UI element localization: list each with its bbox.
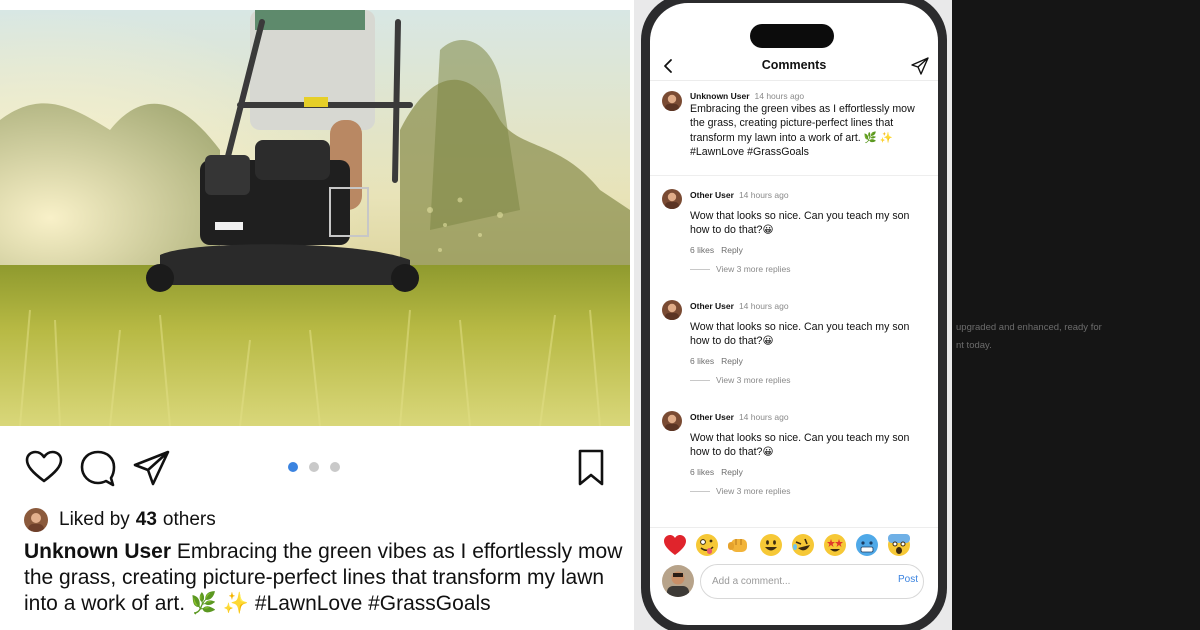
comment-meta: Unknown User 14 hours ago — [690, 91, 804, 101]
comment-text: Embracing the green vibes as I effortles… — [690, 103, 915, 159]
comment-time: 14 hours ago — [738, 412, 789, 422]
cold-face-emoji[interactable] — [854, 532, 880, 558]
faint-text-line: upgraded and enhanced, ready for — [956, 322, 1102, 333]
divider — [690, 268, 710, 270]
divider — [650, 175, 938, 176]
view-replies-label: View 3 more replies — [716, 375, 791, 385]
comment-actions: 6 likes Reply — [690, 467, 750, 477]
dynamic-island — [750, 24, 834, 48]
divider — [690, 490, 710, 492]
paper-plane-icon[interactable] — [910, 56, 930, 76]
comment-text: Wow that looks so nice. Can you teach my… — [690, 210, 910, 237]
comment-likes[interactable]: 6 likes — [690, 245, 714, 255]
smiley-emoji[interactable] — [758, 532, 784, 558]
carousel-dot[interactable] — [288, 462, 298, 472]
fist-emoji[interactable] — [726, 532, 752, 558]
carousel-dot[interactable] — [330, 462, 340, 472]
comment-username[interactable]: Other User — [690, 412, 734, 422]
speech-bubble-icon[interactable] — [78, 448, 118, 488]
comments-header: Comments — [650, 51, 938, 81]
emoji-reaction-bar — [650, 527, 938, 559]
avatar[interactable] — [662, 189, 682, 209]
avatar[interactable] — [662, 91, 682, 111]
paper-plane-icon[interactable] — [132, 448, 172, 488]
comments-screen: Comments Unknown User 14 hours ago Embrac… — [650, 3, 938, 625]
caption-username[interactable]: Unknown User — [24, 540, 171, 563]
rofl-emoji[interactable] — [790, 532, 816, 558]
post-card: Liked by 43 others Unknown User Embracin… — [0, 0, 634, 630]
comment-text: Wow that looks so nice. Can you teach my… — [690, 432, 910, 459]
reply-button[interactable]: Reply — [721, 245, 743, 255]
comment-time: 14 hours ago — [738, 301, 789, 311]
likes-count: 43 — [135, 509, 157, 530]
post-caption: Unknown User Embracing the green vibes a… — [24, 539, 624, 617]
phone-frame: Comments Unknown User 14 hours ago Embrac… — [641, 0, 947, 630]
dark-panel: upgraded and enhanced, ready for nt toda… — [952, 0, 1200, 630]
comment-likes[interactable]: 6 likes — [690, 356, 714, 366]
comment-likes[interactable]: 6 likes — [690, 467, 714, 477]
reply-button[interactable]: Reply — [721, 356, 743, 366]
comment-actions: 6 likes Reply — [690, 356, 750, 366]
post-actions — [24, 448, 614, 488]
comment-meta: Other User 14 hours ago — [690, 412, 789, 422]
comment-username[interactable]: Other User — [690, 190, 734, 200]
screenshot: Liked by 43 others Unknown User Embracin… — [0, 0, 1200, 630]
comment-meta: Other User 14 hours ago — [690, 301, 789, 311]
heart-icon[interactable] — [24, 448, 64, 488]
comment-meta: Other User 14 hours ago — [690, 190, 789, 200]
comment-username[interactable]: Other User — [690, 301, 734, 311]
view-replies-label: View 3 more replies — [716, 486, 791, 496]
post-photo[interactable] — [0, 10, 630, 426]
comment-time: 14 hours ago — [738, 190, 789, 200]
view-replies-button[interactable]: View 3 more replies — [690, 264, 791, 274]
post-button[interactable]: Post — [898, 574, 918, 585]
comment-username[interactable]: Unknown User — [690, 91, 750, 101]
view-replies-button[interactable]: View 3 more replies — [690, 486, 791, 496]
likes-suffix: others — [162, 509, 216, 530]
carousel-indicator — [288, 462, 340, 472]
bookmark-icon[interactable] — [572, 448, 612, 488]
comment-composer: Add a comment... Post — [662, 563, 928, 601]
divider — [690, 379, 710, 381]
comment-text: Wow that looks so nice. Can you teach my… — [690, 321, 910, 348]
red-heart-emoji[interactable] — [662, 532, 688, 558]
scream-face-emoji[interactable] — [886, 532, 912, 558]
zany-face-emoji[interactable] — [694, 532, 720, 558]
avatar[interactable] — [662, 411, 682, 431]
reply-button[interactable]: Reply — [721, 467, 743, 477]
likes-prefix: Liked by — [59, 509, 130, 530]
faint-text-line: nt today. — [956, 340, 992, 351]
carousel-dot[interactable] — [309, 462, 319, 472]
avatar — [662, 565, 694, 597]
star-struck-emoji[interactable] — [822, 532, 848, 558]
avatar[interactable] — [662, 300, 682, 320]
comment-input[interactable]: Add a comment... — [700, 564, 924, 599]
avatar — [24, 508, 48, 532]
lawn-mower-photo — [0, 10, 630, 426]
comment-time: 14 hours ago — [754, 91, 805, 101]
view-replies-button[interactable]: View 3 more replies — [690, 375, 791, 385]
likes-summary[interactable]: Liked by 43 others — [24, 507, 216, 533]
comment-actions: 6 likes Reply — [690, 245, 750, 255]
page-title: Comments — [761, 58, 827, 72]
view-replies-label: View 3 more replies — [716, 264, 791, 274]
